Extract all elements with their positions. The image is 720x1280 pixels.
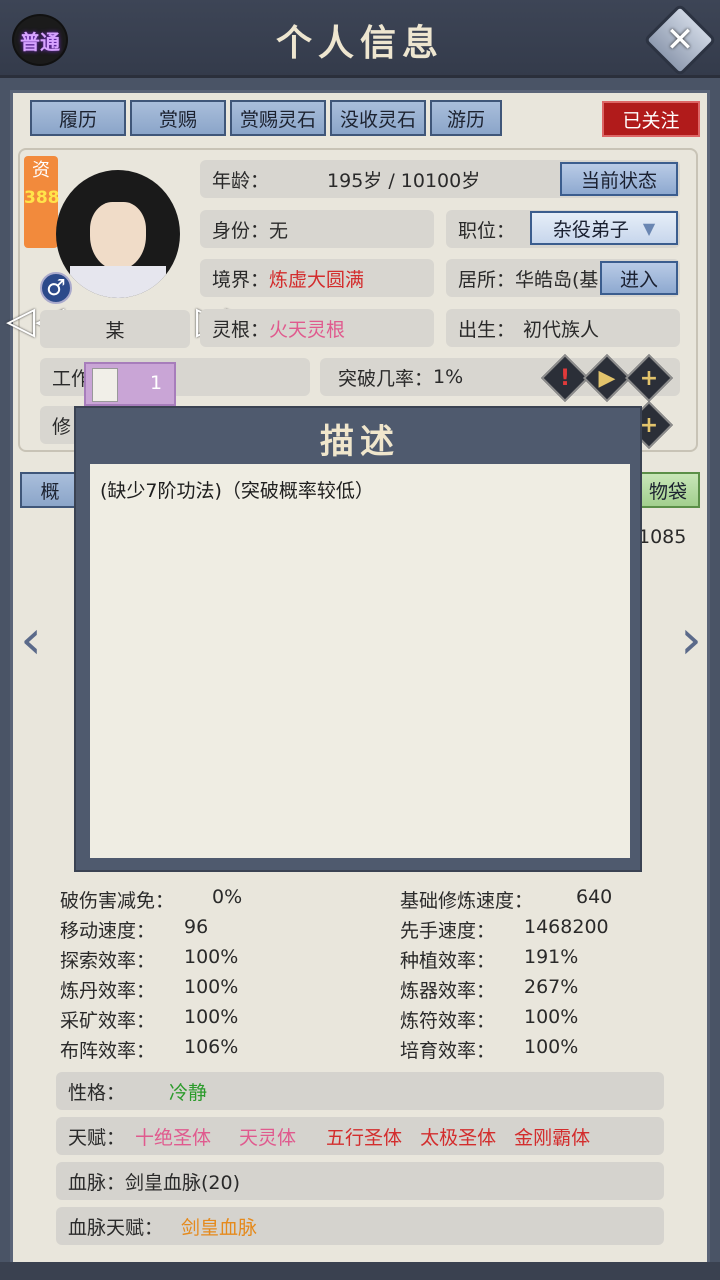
talent-item[interactable]: 太极圣体 [420,1123,496,1150]
bottom-strip [0,1262,720,1280]
personality-row: 性格： 冷静 [56,1072,664,1110]
root-value: 火天灵根 [269,318,346,341]
top-bar: 普通 个人信息 ✕ [0,0,720,78]
stat-item: 移动速度： 96 [60,916,209,942]
bloodline-talent-label: 血脉天赋： [68,1216,164,1239]
stat-item: 炼符效率： 100% [400,1006,579,1032]
talent-item[interactable]: 五行圣体 [326,1123,402,1150]
item-count: 1 [150,372,163,394]
tab-bag[interactable]: 物袋 [636,472,700,508]
birth-value: 初代族人 [523,318,600,341]
tab-reward-stones[interactable]: 赏赐灵石 [230,100,326,136]
stat-item: 先手速度： 1468200 [400,916,609,942]
root-label: 灵根： [212,318,270,341]
breakthrough-label: 突破几率： [338,367,434,390]
stat-item: 布阵效率： 106% [60,1036,239,1062]
equipped-item-slot[interactable]: 1 [84,362,176,406]
position-label: 职位： [458,219,516,242]
page-title: 个人信息 [275,22,444,64]
plus-icon: + [639,365,659,391]
birth-label: 出生： [458,318,516,341]
aptitude-label: 资 [32,160,50,181]
bloodline-talent-row: 血脉天赋： 剑皇血脉 [56,1207,664,1245]
stat-item: 炼丹效率： 100% [60,976,239,1002]
realm-value: 炼虚大圆满 [269,268,365,291]
breakthrough-value: 1% [433,366,464,388]
personality-label: 性格： [68,1081,126,1104]
tab-bag-label: 物袋 [648,480,687,503]
tab-history[interactable]: 履历 [30,100,126,136]
aptitude-value: 388 [24,188,60,208]
aptitude-badge: 资 388 [24,156,60,248]
talent-row: 天赋： 十绝圣体 天灵体 五行圣体 太极圣体 金刚霸体 [56,1117,664,1155]
root-field: 灵根： 火天灵根 [200,309,434,347]
tab-overview-label: 概 [40,480,60,503]
tab-overview[interactable]: 概 [20,472,80,508]
description-popup[interactable]: 描述 (缺少7阶功法)（突破概率较低） [74,406,642,872]
avatar[interactable] [56,170,180,298]
current-status-button[interactable]: 当前状态 [560,162,678,196]
tab-reward[interactable]: 赏赐 [130,100,226,136]
chevron-right-icon[interactable]: › [674,612,708,668]
chevron-down-icon: ▼ [642,218,656,238]
stat-item: 基础修炼速度： 640 [400,886,613,912]
popup-title: 描述 [320,422,400,462]
identity-label: 身份： [212,219,270,242]
talent-label: 天赋： [68,1126,126,1149]
popup-body: (缺少7阶功法)（突破概率较低） [90,464,630,858]
follow-button[interactable]: 已关注 [602,101,700,137]
name-text: 某 [105,319,125,342]
realm-field: 境界： 炼虚大圆满 [200,259,434,297]
partial-stat-value: 1085 [638,526,687,548]
residence-value: 华皓岛(基 [515,268,599,291]
identity-field: 身份： 无 [200,210,434,248]
stat-item: 种植效率： 191% [400,946,579,972]
birth-field: 出生： 初代族人 [446,309,680,347]
bloodline-talent-value[interactable]: 剑皇血脉 [181,1213,257,1240]
age-value: 195岁 / 10100岁 [327,169,481,192]
bloodline-row: 血脉： 剑皇血脉(20) [56,1162,664,1200]
personality-value: 冷静 [169,1081,208,1104]
avatar-robe [70,266,166,298]
close-icon: ✕ [665,20,695,60]
realm-label: 境界： [212,268,270,291]
scroll-icon [92,368,118,402]
tab-confiscate-stones[interactable]: 没收灵石 [330,100,426,136]
stat-item: 培育效率： 100% [400,1036,579,1062]
talent-item[interactable]: 金刚霸体 [514,1123,590,1150]
alert-icon: ! [559,365,571,391]
avatar-face [90,202,146,270]
stat-item: 炼器效率： 267% [400,976,579,1002]
cultivate-label: 修 [52,415,72,438]
position-dropdown[interactable]: 杂役弟子 ▼ [530,211,678,245]
enter-button[interactable]: 进入 [600,261,678,295]
stat-item: 破伤害减免： 0% [60,886,243,912]
bloodline-value: 剑皇血脉(20) [125,1171,241,1194]
identity-value: 无 [269,219,289,242]
position-value: 杂役弟子 [552,218,629,241]
popup-text: (缺少7阶功法)（突破概率较低） [100,480,374,502]
bloodline-label: 血脉： [68,1171,126,1194]
talent-item[interactable]: 天灵体 [239,1123,296,1150]
residence-label: 居所： [458,268,516,291]
talent-item[interactable]: 十绝圣体 [135,1123,211,1150]
play-icon: ▶ [598,365,616,391]
stat-item: 探索效率： 100% [60,946,239,972]
chevron-left-icon[interactable]: ‹ [14,612,48,668]
tab-travel[interactable]: 游历 [430,100,502,136]
stat-item: 采矿效率： 100% [60,1006,239,1032]
age-label: 年龄： [212,169,270,192]
name-field: 某 [40,310,190,348]
